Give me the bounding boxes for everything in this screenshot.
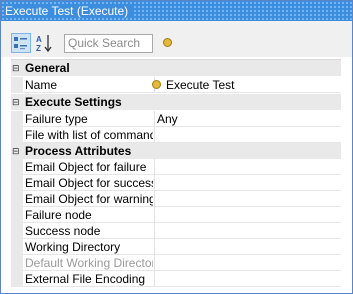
categorized-view-button[interactable] (11, 33, 31, 53)
property-name: Name (25, 78, 58, 92)
column-divider (154, 207, 155, 223)
collapse-icon[interactable]: ⊟ (12, 143, 20, 159)
column-divider (154, 159, 155, 175)
property-name: Email Object for warning (25, 192, 153, 206)
row-gutter (11, 77, 23, 93)
property-row-email-object-for-warning[interactable]: Email Object for warning (11, 191, 341, 207)
quick-search-placeholder: Quick Search (68, 36, 141, 50)
object-coin-icon (152, 80, 161, 89)
column-divider (154, 223, 155, 239)
property-row-email-object-for-success[interactable]: Email Object for success (11, 175, 341, 191)
property-name: Failure type (25, 112, 88, 126)
row-gutter (11, 207, 23, 223)
column-divider (154, 239, 155, 255)
row-gutter (11, 111, 23, 127)
property-value-text: Any (157, 112, 178, 126)
collapse-icon[interactable]: ⊟ (12, 60, 20, 76)
row-gutter (11, 191, 23, 207)
toolbar: A Z Quick Search (1, 21, 352, 57)
column-divider (154, 175, 155, 191)
row-gutter (11, 223, 23, 239)
category-process-attributes[interactable]: ⊟ Process Attributes (11, 143, 341, 159)
property-value-text: Execute Test (166, 78, 235, 92)
title-bar[interactable]: Execute Test (Execute) (1, 1, 352, 21)
column-divider (154, 111, 155, 127)
row-gutter (11, 239, 23, 255)
column-divider (154, 271, 155, 287)
property-name: External File Encoding (25, 272, 146, 286)
property-name: File with list of commands (25, 128, 153, 142)
help-coin-icon (163, 38, 172, 47)
property-name: Success node (25, 224, 101, 238)
row-gutter (11, 255, 23, 271)
property-row-failure-node[interactable]: Failure node (11, 207, 341, 223)
category-label: General (25, 61, 70, 75)
property-name: Email Object for failure (25, 160, 147, 174)
property-name: Working Directory (25, 240, 121, 254)
property-name: Email Object for success (25, 176, 153, 190)
property-row-working-directory[interactable]: Working Directory (11, 239, 341, 255)
alphabetical-sort-button[interactable]: A Z (35, 33, 55, 53)
row-gutter (11, 159, 23, 175)
alphabetical-sort-icon: A Z (36, 35, 52, 53)
help-button[interactable] (163, 38, 173, 48)
property-name: Failure node (25, 208, 92, 222)
column-divider (154, 255, 155, 271)
svg-text:A: A (36, 35, 42, 44)
column-divider (154, 191, 155, 207)
property-row-external-file-encoding[interactable]: External File Encoding (11, 271, 341, 287)
window-title: Execute Test (Execute) (5, 4, 133, 18)
svg-text:Z: Z (36, 44, 41, 53)
property-row-email-object-for-failure[interactable]: Email Object for failure (11, 159, 341, 175)
collapse-icon[interactable]: ⊟ (12, 94, 20, 110)
categorized-view-icon (14, 37, 27, 50)
property-row-failure-type[interactable]: Failure type Any (11, 111, 341, 127)
property-row-name[interactable]: Name Execute Test (11, 77, 341, 93)
property-grid: ⊟ General Name Execute Test ⊟ Execute Se… (11, 59, 341, 288)
category-label: Execute Settings (25, 95, 122, 109)
category-label: Process Attributes (25, 144, 132, 158)
property-row-success-node[interactable]: Success node (11, 223, 341, 239)
category-general[interactable]: ⊟ General (11, 60, 341, 76)
row-gutter (11, 271, 23, 287)
properties-window: Execute Test (Execute) A Z Quick Search (0, 0, 353, 294)
property-name: Default Working Directory (25, 256, 153, 270)
quick-search-input[interactable]: Quick Search (64, 34, 153, 53)
category-execute-settings[interactable]: ⊟ Execute Settings (11, 94, 341, 110)
row-gutter (11, 127, 23, 143)
property-row-file-with-list-of-commands[interactable]: File with list of commands (11, 127, 341, 143)
property-row-default-working-directory: Default Working Directory (11, 255, 341, 271)
column-divider (154, 127, 155, 143)
row-gutter (11, 175, 23, 191)
